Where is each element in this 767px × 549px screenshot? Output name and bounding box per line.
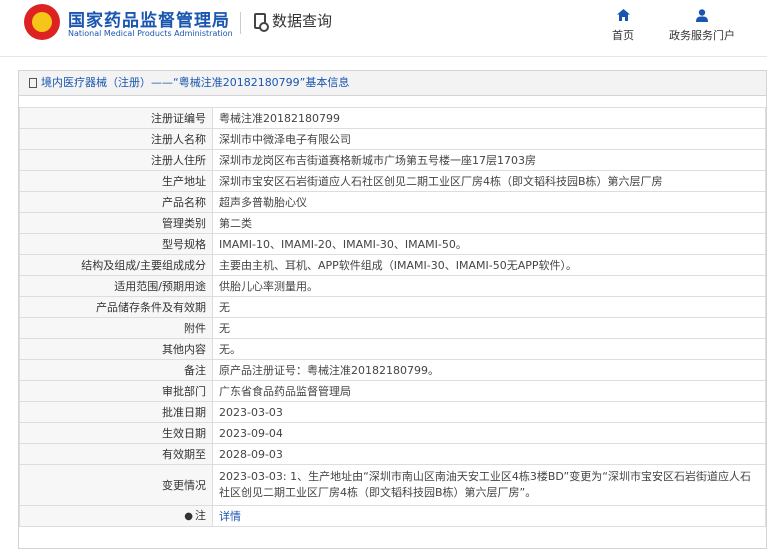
row-value: 超声多普勒胎心仪	[212, 191, 766, 213]
row-value: 广东省食品药品监督管理局	[212, 380, 766, 402]
table-row: 其他内容 无。	[19, 338, 766, 360]
row-key: 适用范围/预期用途	[19, 275, 213, 297]
row-value: 2028-09-03	[212, 443, 766, 465]
row-key: 注册人住所	[19, 149, 213, 171]
row-key: 产品储存条件及有效期	[19, 296, 213, 318]
row-value: 深圳市宝安区石岩街道应人石社区创见二期工业区厂房4栋（即文韬科技园B栋）第六层厂…	[212, 170, 766, 192]
table-row-change: 变更情况 2023-03-03: 1、生产地址由“深圳市南山区南油天安工业区4栋3…	[19, 464, 766, 506]
site-header: 国家药品监督管理局 National Medical Products Admi…	[0, 0, 767, 57]
document-icon	[29, 78, 37, 88]
emblem-logo	[24, 4, 60, 40]
data-query-label: 数据查询	[272, 12, 333, 30]
row-key: 有效期至	[19, 443, 213, 465]
row-key: ● 注	[19, 505, 213, 527]
table-row: 注册证编号 粤械注准20182180799	[19, 107, 766, 129]
nav-service-portal-label: 政务服务门户	[669, 29, 735, 42]
table-row: 型号规格 IMAMI-10、IMAMI-20、IMAMI-30、IMAMI-50。	[19, 233, 766, 255]
detail-panel: 境内医疗器械（注册）——“粤械注准20182180799”基本信息 注册证编号粤…	[18, 70, 767, 549]
table-row: 注册人住所 深圳市龙岗区布吉街道赛格新城市广场第五号楼一座17层1703房	[19, 149, 766, 171]
row-value: 2023-03-03	[212, 401, 766, 423]
row-value: IMAMI-10、IMAMI-20、IMAMI-30、IMAMI-50。	[212, 233, 766, 255]
table-row: 生产地址 深圳市宝安区石岩街道应人石社区创见二期工业区厂房4栋（即文韬科技园B栋）…	[19, 170, 766, 192]
row-key: 结构及组成/主要组成成分	[19, 254, 213, 276]
table-row: 产品名称 超声多普勒胎心仪	[19, 191, 766, 213]
row-value: 供胎儿心率测量用。	[212, 275, 766, 297]
header-divider	[240, 12, 241, 34]
row-value: 2023-09-04	[212, 422, 766, 444]
table-row: 结构及组成/主要组成成分 主要由主机、耳机、APP软件组成（IMAMI-30、IM…	[19, 254, 766, 276]
info-table: 注册证编号 粤械注准20182180799 注册人名称 深圳市中微泽电子有限公司 注册人…	[19, 107, 766, 527]
row-key: 产品名称	[19, 191, 213, 213]
table-row: 适用范围/预期用途 供胎儿心率测量用。	[19, 275, 766, 297]
nav-home[interactable]: 首页	[612, 6, 634, 43]
row-value: 原产品注册证号：粤械注准20182180799。	[212, 359, 766, 381]
row-key: 生效日期	[19, 422, 213, 444]
row-key: 其他内容	[19, 338, 213, 360]
table-row: 备注 原产品注册证号：粤械注准20182180799。	[19, 359, 766, 381]
note-key: 注	[195, 509, 206, 522]
site-name-cn: 国家药品监督管理局	[68, 11, 230, 31]
table-row: 附件无	[19, 317, 766, 339]
row-value: 无。	[212, 338, 766, 360]
row-value: 无	[212, 296, 766, 318]
details-link[interactable]: 详情	[219, 510, 241, 523]
row-key: 注册证编号	[19, 107, 213, 129]
table-row: 注册人名称 深圳市中微泽电子有限公司	[19, 128, 766, 150]
row-key: 生产地址	[19, 170, 213, 192]
table-row: 批准日期 2023-03-03	[19, 401, 766, 423]
row-value: 主要由主机、耳机、APP软件组成（IMAMI-30、IMAMI-50无APP软件…	[212, 254, 766, 276]
row-value: 第二类	[212, 212, 766, 234]
change-history-value: 2023-03-03: 1、生产地址由“深圳市南山区南油天安工业区4栋3楼BD”…	[212, 464, 766, 506]
table-row: 有效期至 2028-09-03	[19, 443, 766, 465]
table-row: 产品储存条件及有效期无	[19, 296, 766, 318]
table-row: 审批部门 广东省食品药品监督管理局	[19, 380, 766, 402]
table-row: 生效日期 2023-09-04	[19, 422, 766, 444]
table-row: 管理类别 第二类	[19, 212, 766, 234]
search-document-icon	[254, 12, 269, 32]
row-value: 深圳市龙岗区布吉街道赛格新城市广场第五号楼一座17层1703房	[212, 149, 766, 171]
data-query-link[interactable]: 数据查询	[254, 10, 333, 32]
panel-title-text: 境内医疗器械（注册）——“粤械注准20182180799”基本信息	[41, 76, 350, 89]
row-value: 粤械注准20182180799	[212, 107, 766, 129]
pin-icon: ●	[184, 511, 193, 522]
row-key: 附件	[19, 317, 213, 339]
row-value: 深圳市中微泽电子有限公司	[212, 128, 766, 150]
home-icon	[616, 6, 630, 24]
panel-title: 境内医疗器械（注册）——“粤械注准20182180799”基本信息	[19, 71, 766, 96]
row-key: 批准日期	[19, 401, 213, 423]
row-key: 审批部门	[19, 380, 213, 402]
row-key: 备注	[19, 359, 213, 381]
nav-service-portal[interactable]: 政务服务门户	[669, 6, 735, 43]
row-key: 管理类别	[19, 212, 213, 234]
row-value: 详情	[212, 505, 766, 527]
row-key: 注册人名称	[19, 128, 213, 150]
row-value: 无	[212, 317, 766, 339]
row-key: 型号规格	[19, 233, 213, 255]
site-name-en: National Medical Products Administration	[68, 29, 233, 38]
row-key: 变更情况	[19, 464, 213, 506]
user-icon	[696, 6, 708, 24]
table-row-note: ● 注详情	[19, 505, 766, 527]
nav-home-label: 首页	[612, 29, 634, 42]
